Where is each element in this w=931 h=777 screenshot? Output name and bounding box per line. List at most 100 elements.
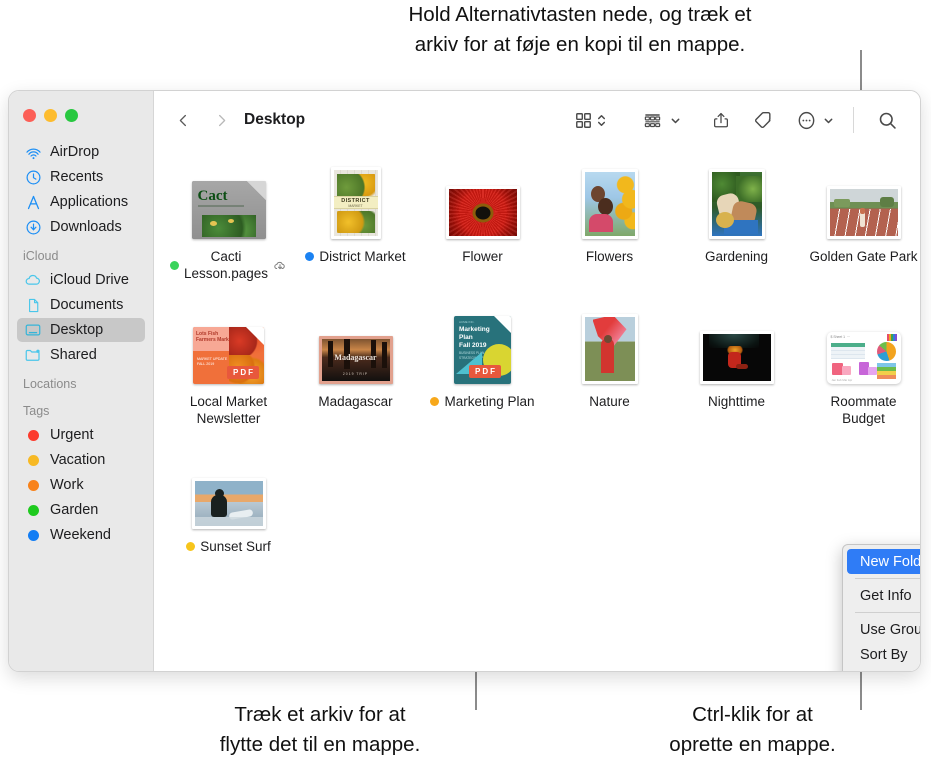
group-by-icon	[644, 113, 661, 127]
file-label: Flowers	[549, 248, 671, 265]
file-item-roommate-budget[interactable]: $ Sheet 1 ··· Jan Feb Mar Apr Roommate B…	[800, 302, 920, 427]
menu-separator	[855, 578, 920, 579]
menu-item-use-groups[interactable]: Use Groups	[847, 617, 920, 642]
file-name: Sunset Surf	[200, 539, 271, 554]
file-item-golden-gate-park[interactable]: Golden Gate Park	[800, 157, 920, 282]
file-item-sunset-surf[interactable]: Sunset Surf	[165, 447, 292, 555]
file-thumbnail: DISTRICT MARKET	[330, 163, 381, 239]
sidebar-item-documents[interactable]: Documents	[17, 293, 145, 317]
tag-dot-icon	[23, 502, 43, 519]
file-name: Flowers	[585, 249, 634, 264]
file-thumbnail: ACME INC. Marketing Plan Fall 2019 BUSINES…	[454, 308, 511, 384]
callout-caption-top: Hold Alternativtasten nede, og træk et a…	[408, 3, 752, 56]
sidebar-item-label: Shared	[50, 347, 97, 363]
file-label: Local Market Newsletter	[168, 393, 290, 427]
sidebar-item-shared[interactable]: Shared	[17, 343, 145, 367]
tag-dot-icon	[430, 397, 440, 406]
sidebar-section-locations: Locations	[23, 377, 77, 391]
forward-button[interactable]	[208, 107, 234, 133]
file-thumbnail	[445, 163, 520, 239]
file-label: Marketing Plan	[422, 393, 544, 410]
group-by-button[interactable]	[642, 106, 681, 134]
sidebar-item-airdrop[interactable]: AirDrop	[17, 140, 145, 164]
file-row: Lots Fish Farmers Market MARKET UPDATE FAL…	[154, 302, 920, 427]
sidebar-item-icloud-drive[interactable]: iCloud Drive	[17, 268, 145, 292]
clock-icon	[23, 169, 43, 186]
file-name: District Market	[319, 249, 406, 264]
zoom-button[interactable]	[65, 109, 78, 122]
file-label: Madagascar	[295, 393, 417, 410]
share-button[interactable]	[712, 106, 730, 134]
page-title: Desktop	[244, 111, 306, 128]
menu-item-new-folder[interactable]: New Folder	[847, 549, 920, 574]
sidebar-tag-vacation[interactable]: Vacation	[17, 448, 145, 472]
chevron-up-down-icon	[597, 114, 606, 126]
sidebar-item-desktop[interactable]: Desktop	[17, 318, 145, 342]
context-menu: New Folder Get Info Use Groups Sort By	[842, 544, 920, 671]
sidebar-item-label: AirDrop	[50, 144, 100, 160]
file-item-marketing-plan[interactable]: ACME INC. Marketing Plan Fall 2019 BUSINES…	[419, 302, 546, 427]
file-thumbnail	[581, 163, 638, 239]
sidebar-tag-weekend[interactable]: Weekend	[17, 523, 145, 547]
view-options-button[interactable]	[574, 106, 607, 134]
file-item-local-market-newsletter[interactable]: Lots Fish Farmers Market MARKET UPDATE FAL…	[165, 302, 292, 427]
file-name: Nature	[589, 394, 630, 409]
desktop-icon	[23, 322, 43, 339]
file-item-gardening[interactable]: Gardening	[673, 157, 800, 282]
file-item-nature[interactable]: Nature	[546, 302, 673, 427]
more-actions-button[interactable]	[796, 106, 834, 134]
sidebar-section-tags: Tags	[23, 404, 50, 418]
file-item-madagascar[interactable]: Madagascar 2019 TRIP Madagascar	[292, 302, 419, 427]
sidebar-tag-urgent[interactable]: Urgent	[17, 423, 145, 447]
file-name: Gardening	[704, 249, 769, 264]
sidebar-tag-label: Weekend	[50, 527, 111, 543]
file-name: Flower	[462, 249, 503, 264]
file-thumbnail: $ Sheet 1 ··· Jan Feb Mar Apr	[826, 308, 901, 384]
menu-item-sort-by[interactable]: Sort By	[847, 642, 920, 667]
file-thumbnail	[826, 163, 901, 239]
file-thumbnail: Lots Fish Farmers Market MARKET UPDATE FAL…	[193, 308, 264, 384]
file-name: Cacti Lesson.pages	[183, 249, 269, 281]
sidebar-item-recents[interactable]: Recents	[17, 165, 145, 189]
sidebar-item-downloads[interactable]: Downloads	[17, 215, 145, 239]
ellipsis-circle-icon	[798, 111, 815, 129]
file-name: Local Market Newsletter	[189, 394, 268, 426]
sidebar-tag-garden[interactable]: Garden	[17, 498, 145, 522]
file-item-nighttime[interactable]: Nighttime	[673, 302, 800, 427]
chevron-down-icon	[824, 118, 833, 123]
file-item-flowers[interactable]: Flowers	[546, 157, 673, 282]
menu-item-get-info[interactable]: Get Info	[847, 583, 920, 608]
file-item-flower[interactable]: Flower	[419, 157, 546, 282]
sidebar-item-label: Desktop	[50, 322, 104, 338]
tag-dot-icon	[305, 252, 315, 261]
sidebar-item-applications[interactable]: Applications	[17, 190, 145, 214]
document-icon	[23, 297, 43, 314]
sidebar-tag-work[interactable]: Work	[17, 473, 145, 497]
search-icon	[879, 112, 896, 129]
file-name: Golden Gate Park	[809, 249, 918, 264]
search-button[interactable]	[877, 106, 898, 134]
sidebar-tag-label: Work	[50, 477, 84, 493]
minimize-button[interactable]	[44, 109, 57, 122]
file-label: Roommate Budget	[803, 393, 921, 427]
back-button[interactable]	[170, 107, 196, 133]
tag-button[interactable]	[753, 106, 773, 134]
file-name: Roommate Budget	[830, 394, 897, 426]
tag-dot-icon	[169, 260, 179, 270]
callout-caption-drag: Træk et arkiv for at flytte det til en m…	[219, 703, 421, 756]
file-label: Flower	[422, 248, 544, 265]
tag-dot-icon	[23, 477, 43, 494]
sidebar-item-label: Recents	[50, 169, 104, 185]
menu-item-show-view-options[interactable]: Show View Options	[847, 667, 920, 671]
sidebar-tag-label: Urgent	[50, 427, 94, 443]
tag-dot-icon	[186, 542, 196, 551]
applications-icon	[23, 194, 43, 211]
sidebar: AirDrop Recents Applications Downloads i…	[9, 91, 154, 671]
icloud-download-icon[interactable]	[273, 260, 287, 271]
close-button[interactable]	[23, 109, 36, 122]
toolbar-separator	[853, 107, 854, 133]
file-name: Nighttime	[707, 394, 766, 409]
file-item-district-market[interactable]: DISTRICT MARKET District Market	[292, 157, 419, 282]
file-item-cacti-lesson[interactable]: Cact Cacti Lesson.pages	[165, 157, 292, 282]
sidebar-section-icloud: iCloud	[23, 249, 59, 263]
